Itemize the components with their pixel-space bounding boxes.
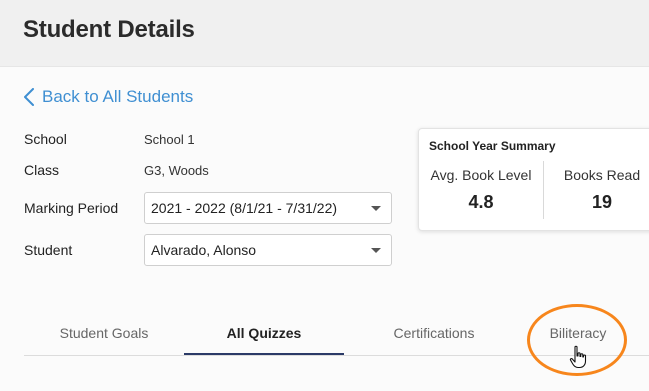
student-details-page: Student Details Back to All Students Sch… [0, 0, 649, 391]
page-title: Student Details [23, 16, 195, 43]
class-label: Class [24, 162, 60, 178]
school-value: School 1 [144, 132, 195, 147]
student-tabs: Student Goals All Quizzes Certifications… [24, 312, 649, 356]
books-read-value: 19 [591, 192, 613, 212]
tab-biliteracy[interactable]: Biliteracy [524, 312, 632, 354]
tab-all-quizzes[interactable]: All Quizzes [184, 312, 344, 355]
back-link-label: Back to All Students [42, 87, 194, 106]
tab-certifications[interactable]: Certifications [354, 312, 514, 354]
summary-title: School Year Summary [429, 139, 556, 153]
caret-down-icon [371, 206, 381, 211]
summary-divider [543, 161, 544, 219]
page-header: Student Details [0, 0, 649, 67]
marking-period-select[interactable]: 2021 - 2022 (8/1/21 - 7/31/22) [144, 192, 392, 224]
class-value: G3, Woods [144, 163, 209, 178]
school-year-summary-card: School Year Summary Avg. Book Level 4.8 … [418, 128, 649, 231]
back-to-all-students-link[interactable]: Back to All Students [24, 87, 193, 107]
school-label: School [24, 131, 67, 147]
avg-book-level-label: Avg. Book Level [430, 167, 532, 183]
marking-period-selected-value: 2021 - 2022 (8/1/21 - 7/31/22) [151, 200, 338, 216]
caret-down-icon [371, 248, 381, 253]
tab-student-goals[interactable]: Student Goals [34, 312, 174, 354]
avg-book-level-value: 4.8 [468, 192, 494, 212]
marking-period-label: Marking Period [24, 200, 119, 216]
student-selected-value: Alvarado, Alonso [151, 242, 257, 258]
student-label: Student [24, 242, 73, 258]
chevron-left-icon [24, 88, 34, 106]
books-read-label: Books Read [563, 167, 641, 183]
student-select[interactable]: Alvarado, Alonso [144, 234, 392, 266]
